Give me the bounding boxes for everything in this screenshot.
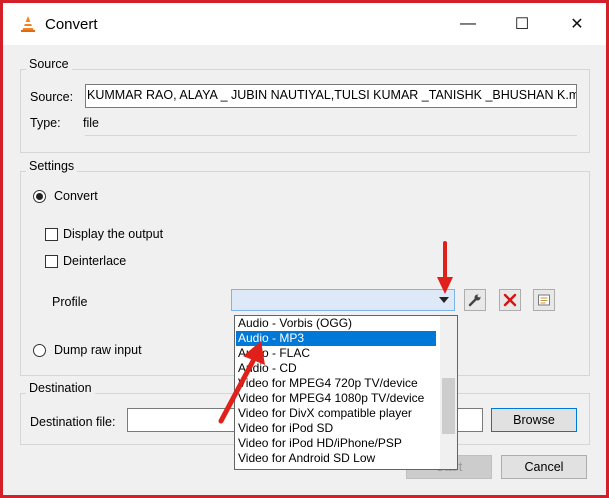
arrow-down-icon	[437, 241, 453, 294]
annotation-arrows	[218, 241, 453, 424]
screenshot-frame: Convert — ☐ ✕ Source Source: KUMMAR RAO,…	[0, 0, 609, 498]
arrow-up-icon	[218, 341, 265, 424]
